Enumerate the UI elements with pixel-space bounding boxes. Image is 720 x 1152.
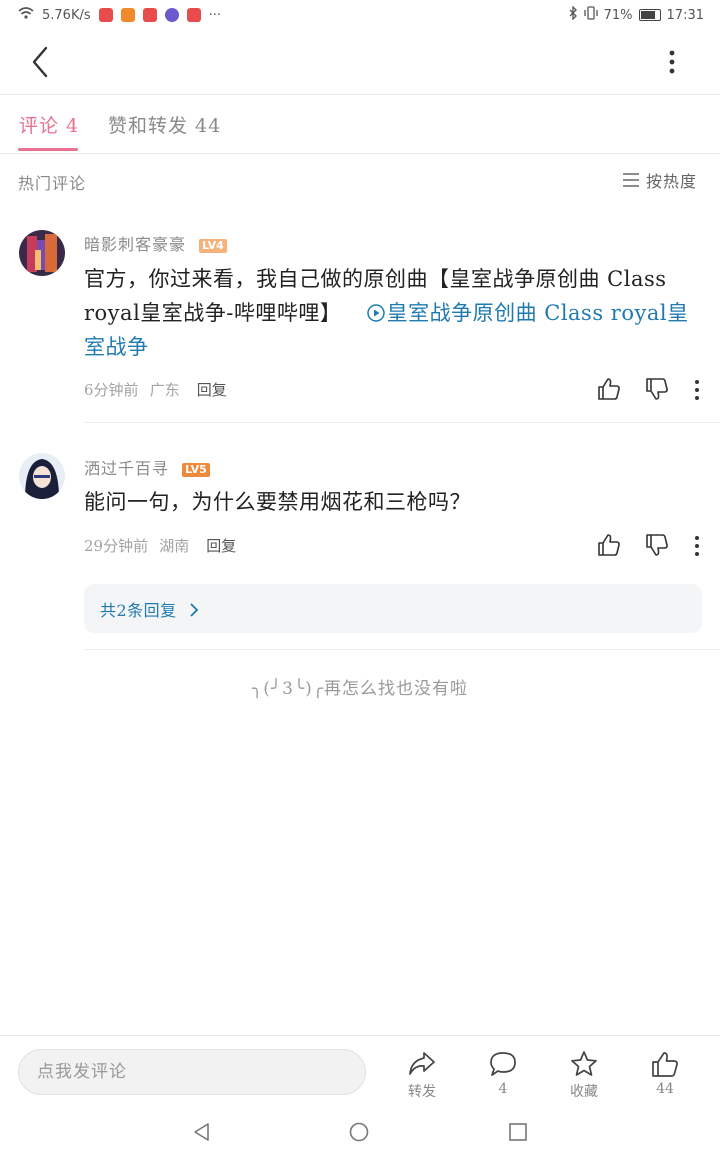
username[interactable]: 洒过千百寻 bbox=[84, 459, 169, 478]
tab-likes-reposts[interactable]: 赞和转发 44 bbox=[108, 111, 221, 138]
comment-location: 湖南 bbox=[159, 537, 190, 555]
wifi-icon bbox=[18, 6, 34, 24]
battery-icon bbox=[638, 9, 661, 21]
more-vertical-icon bbox=[695, 380, 699, 400]
comment-time: 29分钟前 bbox=[84, 537, 149, 555]
favorite-button[interactable]: 收藏 bbox=[554, 1050, 614, 1101]
dislike-button[interactable] bbox=[644, 376, 672, 404]
like-count: 44 bbox=[656, 1081, 674, 1097]
divider bbox=[84, 422, 720, 423]
top-bar bbox=[0, 30, 720, 95]
system-nav-bar bbox=[0, 1110, 720, 1152]
dislike-button[interactable] bbox=[644, 532, 672, 560]
battery-percent: 71% bbox=[603, 7, 633, 23]
divider bbox=[84, 649, 720, 650]
chevron-left-icon bbox=[32, 46, 48, 78]
comment-location: 广东 bbox=[149, 381, 180, 399]
nav-recents-button[interactable] bbox=[508, 1122, 528, 1146]
more-vertical-icon bbox=[695, 536, 699, 556]
back-button[interactable] bbox=[28, 46, 56, 78]
replies-count-text: 共2条回复 bbox=[100, 601, 177, 620]
square-recents-icon bbox=[509, 1123, 527, 1141]
comment-count: 4 bbox=[498, 1081, 508, 1097]
comment-text: 能问一句，为什么要禁用烟花和三枪吗？ bbox=[84, 485, 700, 519]
comment-more-button[interactable] bbox=[690, 534, 704, 558]
triangle-back-icon bbox=[194, 1123, 209, 1141]
app-notification-icon bbox=[120, 8, 135, 22]
comment-body: 能问一句，为什么要禁用烟花和三枪吗？ bbox=[84, 490, 471, 514]
comment-author: 暗影刺客豪豪 LV4 bbox=[84, 231, 227, 255]
star-icon bbox=[571, 1051, 597, 1076]
active-tab-indicator bbox=[18, 148, 78, 151]
comment-icon bbox=[490, 1052, 516, 1076]
comment-more-button[interactable] bbox=[690, 378, 704, 402]
favorite-label: 收藏 bbox=[570, 1084, 598, 1100]
like-post-button[interactable]: 44 bbox=[635, 1050, 695, 1097]
comment-text: 官方，你过来看，我自己做的原创曲【皇室战争原创曲 Class royal皇室战争… bbox=[84, 262, 700, 364]
end-of-list-text: ╮(╯3╰)╭再怎么找也没有啦 bbox=[251, 679, 469, 699]
comment-button[interactable]: 4 bbox=[473, 1050, 533, 1097]
tab-bar: 评论 4 赞和转发 44 bbox=[0, 95, 720, 154]
app-notification-icon bbox=[164, 8, 179, 22]
share-button[interactable]: 转发 bbox=[392, 1050, 452, 1101]
clock: 17:31 bbox=[666, 7, 704, 23]
chevron-right-icon bbox=[190, 603, 199, 617]
section-title: 热门评论 bbox=[18, 174, 87, 193]
like-button[interactable] bbox=[596, 532, 624, 560]
avatar[interactable] bbox=[19, 453, 65, 499]
network-speed: 5.76K/s bbox=[42, 7, 91, 23]
nav-home-button[interactable] bbox=[349, 1122, 369, 1146]
like-button[interactable] bbox=[596, 376, 624, 404]
menu-icon bbox=[623, 173, 639, 187]
status-bar: 5.76K/s ··· 71% 17:31 bbox=[0, 0, 720, 30]
comment-time: 6分钟前 bbox=[84, 381, 139, 399]
thumb-up-icon bbox=[652, 1052, 678, 1077]
more-notifications-icon: ··· bbox=[208, 7, 222, 23]
comment-meta: 6分钟前 广东 回复 bbox=[84, 379, 227, 400]
thumb-up-icon bbox=[598, 378, 620, 400]
comment-meta: 29分钟前 湖南 回复 bbox=[84, 535, 236, 556]
app-notification-icon bbox=[142, 8, 157, 22]
replies-count: 共2条回复 bbox=[100, 597, 200, 621]
reply-button[interactable]: 回复 bbox=[197, 381, 227, 399]
thumb-down-icon bbox=[646, 378, 668, 400]
sort-button[interactable]: 按热度 bbox=[622, 168, 697, 192]
circle-home-icon bbox=[349, 1122, 369, 1142]
view-replies-button[interactable]: 共2条回复 bbox=[84, 584, 702, 633]
app-notification-icon bbox=[186, 8, 201, 22]
level-badge: LV5 bbox=[182, 462, 210, 477]
level-badge: LV4 bbox=[199, 238, 227, 253]
share-label: 转发 bbox=[408, 1084, 436, 1100]
thumb-up-icon bbox=[598, 534, 620, 556]
tab-comments[interactable]: 评论 4 bbox=[19, 111, 79, 138]
sort-label: 按热度 bbox=[646, 172, 698, 191]
comment-input[interactable]: 点我发评论 bbox=[18, 1049, 366, 1095]
comment-author: 洒过千百寻 LV5 bbox=[84, 455, 210, 479]
share-icon bbox=[409, 1052, 435, 1075]
username[interactable]: 暗影刺客豪豪 bbox=[84, 235, 186, 254]
reply-button[interactable]: 回复 bbox=[206, 537, 236, 555]
more-vertical-icon bbox=[669, 50, 675, 74]
more-options-button[interactable] bbox=[660, 46, 684, 78]
avatar[interactable] bbox=[19, 230, 65, 276]
app-notification-icon bbox=[98, 8, 113, 22]
nav-back-button[interactable] bbox=[192, 1122, 212, 1146]
thumb-down-icon bbox=[646, 534, 668, 556]
vibrate-icon bbox=[583, 6, 598, 24]
play-circle-icon bbox=[366, 304, 385, 322]
bluetooth-icon bbox=[568, 5, 578, 24]
